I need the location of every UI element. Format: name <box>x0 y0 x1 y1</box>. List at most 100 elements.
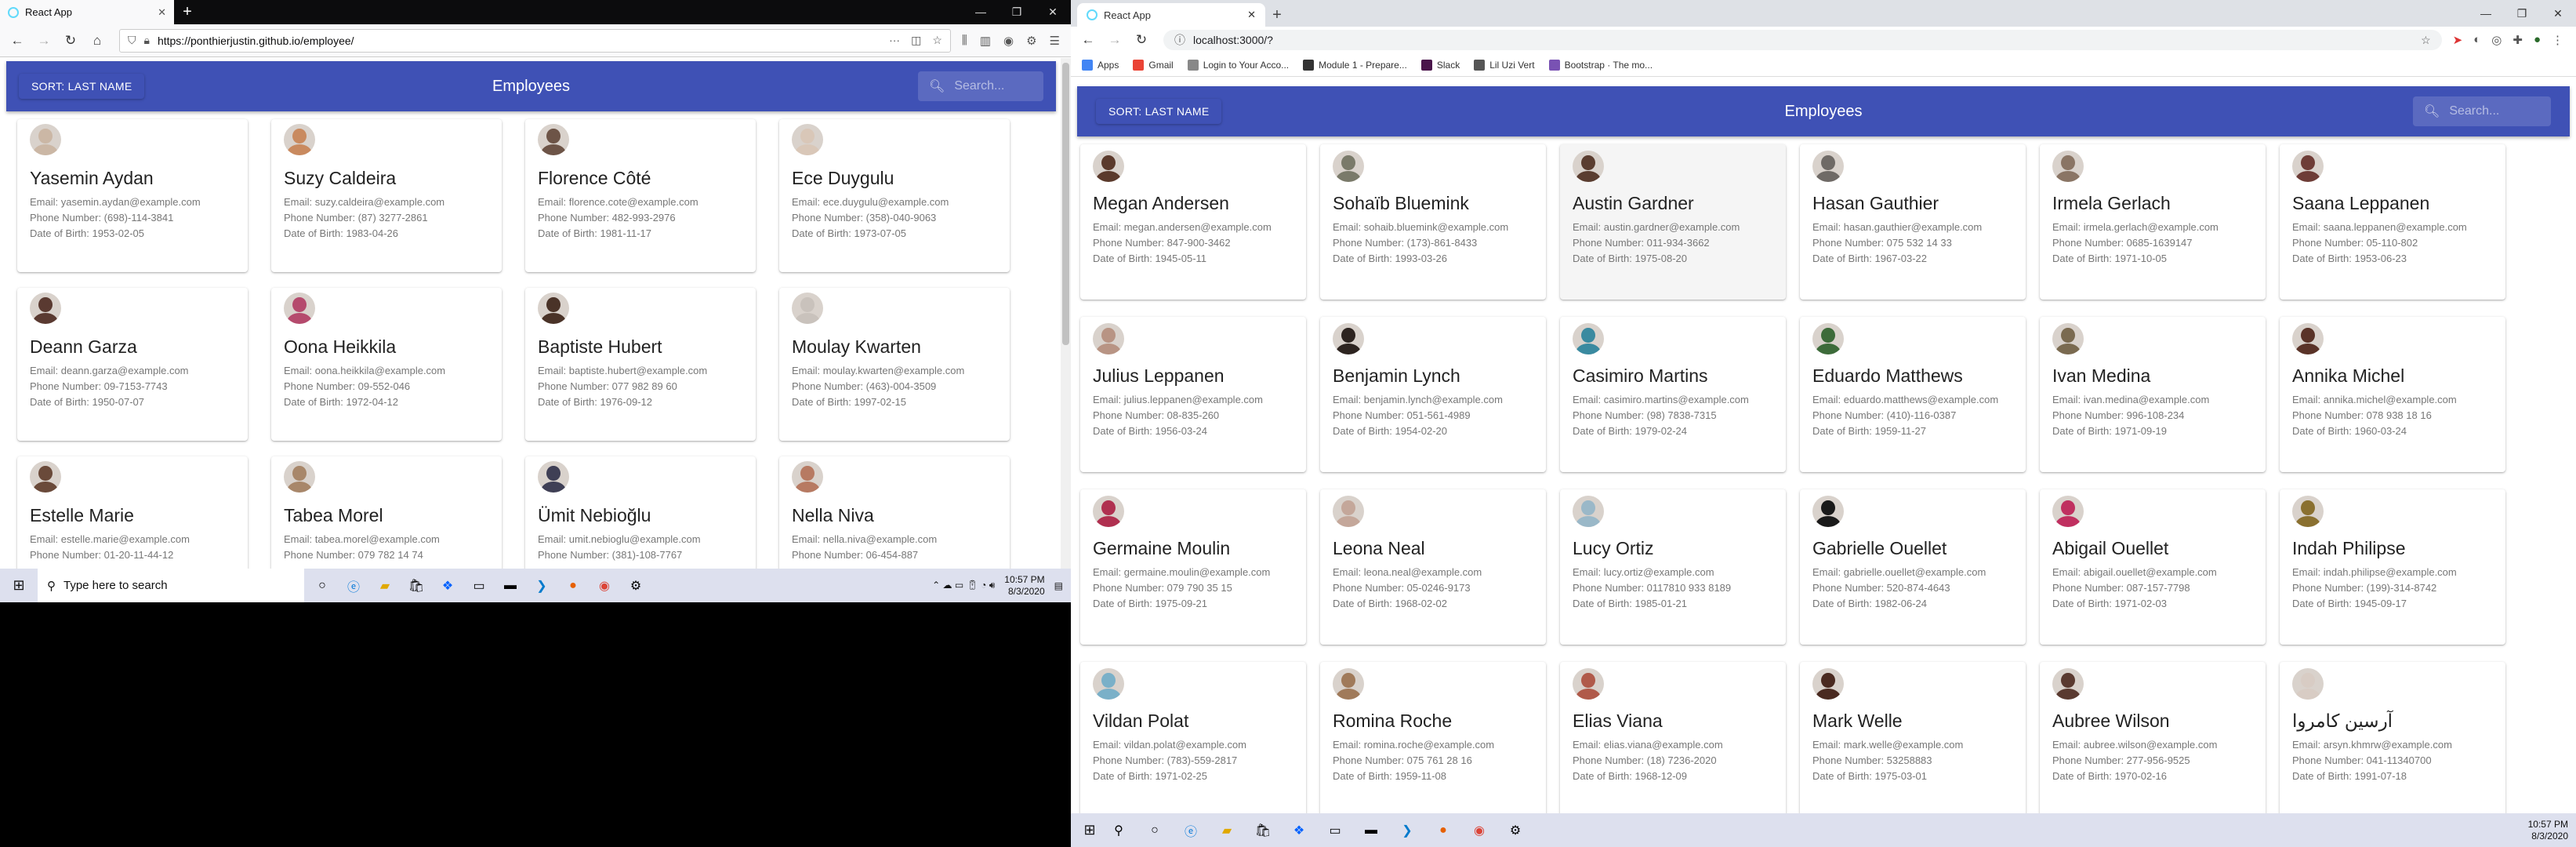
employee-card[interactable]: Yasemin Aydan Email: yasemin.aydan@exampl… <box>17 119 248 272</box>
address-bar[interactable]: ⓘ localhost:3000/? ☆ <box>1163 30 2442 50</box>
employee-card[interactable]: Julius Leppanen Email: julius.leppanen@ex… <box>1080 317 1306 472</box>
dropbox-icon[interactable]: ❖ <box>1289 820 1309 841</box>
taskbar-clock[interactable]: 10:57 PM 8/3/2020 <box>2528 819 2568 842</box>
edge-icon[interactable]: ⓔ <box>343 576 364 596</box>
bookmark-star-icon[interactable]: ☆ <box>2421 34 2431 47</box>
search-box[interactable]: 🔍︎ <box>2413 96 2551 126</box>
cortana-icon[interactable]: ○ <box>312 576 332 596</box>
bookmark-item[interactable]: Bootstrap · The mo... <box>1548 59 1653 71</box>
extension-icon[interactable]: ⚙ <box>1026 34 1036 48</box>
bookmark-item[interactable]: Gmail <box>1133 59 1174 71</box>
chrome-tab-react-app[interactable]: React App ✕ <box>1077 3 1265 27</box>
employee-card[interactable]: Vildan Polat Email: vildan.polat@example.… <box>1080 662 1306 813</box>
taskbar-search[interactable]: ⚲ Type here to search <box>38 569 304 602</box>
store-icon[interactable]: 🛍︎ <box>1253 820 1273 841</box>
extension-red-icon[interactable]: ➤ <box>2453 33 2463 47</box>
employee-card[interactable]: Germaine Moulin Email: germaine.moulin@ex… <box>1080 489 1306 645</box>
firefox-tab-react-app[interactable]: React App ✕ <box>0 0 174 24</box>
employee-card[interactable]: Estelle Marie Email: estelle.marie@exampl… <box>17 456 248 569</box>
scrollbar[interactable] <box>1061 58 1071 569</box>
employee-card[interactable]: Moulay Kwarten Email: moulay.kwarten@exam… <box>779 288 1010 441</box>
new-tab-icon[interactable]: + <box>174 0 201 24</box>
chrome-icon[interactable]: ◉ <box>1469 820 1489 841</box>
forward-arrow-icon[interactable]: → <box>1104 29 1126 51</box>
cortana-icon[interactable]: ○ <box>1145 820 1165 841</box>
reload-icon[interactable]: ↻ <box>60 30 82 52</box>
menu-icon[interactable]: ⋮ <box>2552 33 2563 47</box>
file-explorer-icon[interactable]: ▰ <box>1217 820 1237 841</box>
store-icon[interactable]: 🛍︎ <box>406 576 426 596</box>
library-icon[interactable]: ⫼ <box>962 34 967 48</box>
terminal-icon[interactable]: ▬ <box>500 576 521 596</box>
employee-card[interactable]: Tabea Morel Email: tabea.morel@example.co… <box>271 456 502 569</box>
search-box[interactable]: 🔍︎ <box>918 71 1043 101</box>
bookmark-item[interactable]: Slack <box>1420 59 1460 71</box>
employee-card[interactable]: Florence Côté Email: florence.cote@exampl… <box>525 119 756 272</box>
sort-last-name-button[interactable]: SORT: LAST NAME <box>1096 99 1221 124</box>
back-arrow-icon[interactable]: ← <box>1077 29 1099 51</box>
edge-icon[interactable]: ⓔ <box>1181 820 1201 841</box>
extension-b-icon[interactable]: ◎ <box>2491 33 2502 47</box>
employee-card[interactable]: Suzy Caldeira Email: suzy.caldeira@exampl… <box>271 119 502 272</box>
account-icon[interactable]: ◉ <box>1003 34 1014 48</box>
employee-card[interactable]: Benjamin Lynch Email: benjamin.lynch@exam… <box>1320 317 1546 472</box>
sidebar-icon[interactable]: ▥ <box>980 34 991 48</box>
close-window-icon[interactable]: ✕ <box>2540 0 2576 27</box>
search-input[interactable] <box>2449 104 2536 118</box>
settings-icon[interactable]: ⚙ <box>626 576 646 596</box>
employee-card[interactable]: Mark Welle Email: mark.welle@example.com P… <box>1800 662 2026 813</box>
employee-card[interactable]: Abigail Ouellet Email: abigail.ouellet@ex… <box>2040 489 2266 645</box>
employee-card[interactable]: Eduardo Matthews Email: eduardo.matthews@… <box>1800 317 2026 472</box>
employee-card[interactable]: Leona Neal Email: leona.neal@example.com P… <box>1320 489 1546 645</box>
employee-card[interactable]: Megan Andersen Email: megan.andersen@exam… <box>1080 144 1306 300</box>
bookmark-item[interactable]: Apps <box>1082 59 1119 71</box>
info-icon[interactable]: ⓘ <box>1174 32 1185 48</box>
page-actions-icon[interactable]: ··· <box>889 34 900 47</box>
employee-card[interactable]: Lucy Ortiz Email: lucy.ortiz@example.com P… <box>1560 489 1786 645</box>
employee-card[interactable]: Saana Leppanen Email: saana.leppanen@exam… <box>2280 144 2505 300</box>
employee-card[interactable]: Austin Gardner Email: austin.gardner@exam… <box>1560 144 1786 300</box>
maximize-icon[interactable]: ❐ <box>999 0 1035 24</box>
shield-icon[interactable]: ⛉ <box>128 34 136 47</box>
employee-card[interactable]: Baptiste Hubert Email: baptiste.hubert@ex… <box>525 288 756 441</box>
back-arrow-icon[interactable]: ← <box>6 30 28 52</box>
employee-card[interactable]: Romina Roche Email: romina.roche@example.… <box>1320 662 1546 813</box>
firefox-icon[interactable]: ● <box>1433 820 1453 841</box>
windows-start-icon[interactable]: ⊞ <box>1071 822 1108 838</box>
home-icon[interactable]: ⌂ <box>86 30 108 52</box>
employee-card[interactable]: Nella Niva Email: nella.niva@example.com P… <box>779 456 1010 569</box>
close-tab-icon[interactable]: ✕ <box>1247 9 1256 21</box>
photos-icon[interactable]: ▭ <box>1325 820 1345 841</box>
employee-card[interactable]: Deann Garza Email: deann.garza@example.co… <box>17 288 248 441</box>
employee-card[interactable]: Irmela Gerlach Email: irmela.gerlach@exam… <box>2040 144 2266 300</box>
extension-a-icon[interactable]: ◐ <box>2473 33 2480 47</box>
settings-icon[interactable]: ⚙ <box>1505 820 1526 841</box>
url-text[interactable]: https://ponthierjustin.github.io/employe… <box>158 35 354 47</box>
windows-start-icon[interactable]: ⊞ <box>0 577 38 594</box>
employee-card[interactable]: Hasan Gauthier Email: hasan.gauthier@exam… <box>1800 144 2026 300</box>
file-explorer-icon[interactable]: ▰ <box>375 576 395 596</box>
vscode-icon[interactable]: ❯ <box>532 576 552 596</box>
search-input[interactable] <box>954 79 1041 93</box>
notifications-icon[interactable]: ▤ <box>1054 580 1063 591</box>
vscode-icon[interactable]: ❯ <box>1397 820 1417 841</box>
profile-avatar-icon[interactable]: ● <box>2534 33 2541 47</box>
minimize-icon[interactable]: — <box>963 0 999 24</box>
employee-card[interactable]: آرسین کامروا Email: arsyn.khmrw@example.c… <box>2280 662 2505 813</box>
employee-card[interactable]: Indah Philipse Email: indah.philipse@exam… <box>2280 489 2505 645</box>
lock-icon[interactable]: 🔒︎ <box>144 34 150 47</box>
maximize-icon[interactable]: ❐ <box>2504 0 2540 27</box>
dropbox-icon[interactable]: ❖ <box>437 576 458 596</box>
employee-card[interactable]: Sohaïb Bluemink Email: sohaib.bluemink@ex… <box>1320 144 1546 300</box>
address-bar[interactable]: ⛉ 🔒︎ https://ponthierjustin.github.io/em… <box>119 28 951 53</box>
search-icon[interactable]: ⚲ <box>1108 820 1129 841</box>
employee-card[interactable]: Gabrielle Ouellet Email: gabrielle.ouelle… <box>1800 489 2026 645</box>
bookmark-item[interactable]: Login to Your Acco... <box>1187 59 1289 71</box>
pocket-icon[interactable]: ◫ <box>911 34 921 47</box>
close-tab-icon[interactable]: ✕ <box>158 6 166 19</box>
close-window-icon[interactable]: ✕ <box>1035 0 1071 24</box>
new-tab-icon[interactable]: + <box>1265 3 1289 27</box>
menu-icon[interactable]: ☰ <box>1050 34 1060 48</box>
employee-card[interactable]: Ece Duygulu Email: ece.duygulu@example.co… <box>779 119 1010 272</box>
scrollbar-thumb[interactable] <box>1062 63 1069 345</box>
